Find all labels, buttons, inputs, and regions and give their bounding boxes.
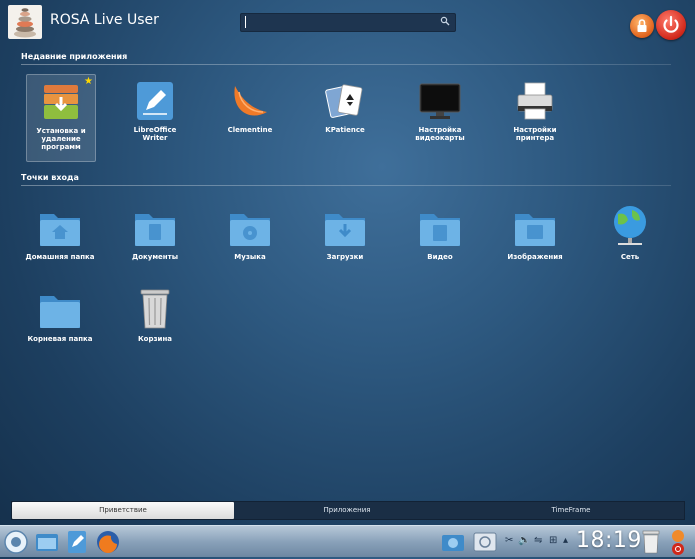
clementine-icon — [234, 86, 267, 116]
libreoffice-writer-icon — [68, 531, 86, 553]
app-printer-settings[interactable]: Настройки принтера — [501, 74, 569, 160]
disk-utility-icon — [473, 532, 497, 552]
kpatience-cards-icon — [325, 84, 363, 118]
user-name: ROSA Live User — [50, 12, 159, 28]
printer-icon — [517, 82, 553, 120]
place-label: Видео — [427, 253, 453, 261]
place-label: Домашняя папка — [25, 253, 95, 261]
place-network[interactable]: Сеть — [590, 204, 670, 272]
documents-folder-icon — [135, 214, 175, 246]
place-label: Корневая папка — [27, 335, 93, 343]
camera-icon — [442, 535, 464, 551]
place-pictures[interactable]: Изображения — [495, 210, 575, 272]
app-label: LibreOffice Writer — [133, 126, 177, 142]
firefox-button[interactable] — [95, 529, 121, 555]
place-label: Загрузки — [326, 253, 364, 261]
usb-icon[interactable]: ⇋ — [534, 535, 542, 546]
app-software-installer[interactable]: ★ Установка и удаление программ — [26, 74, 96, 162]
place-downloads[interactable]: Загрузки — [305, 210, 385, 272]
place-label: Музыка — [234, 253, 266, 261]
app-label: Настройки принтера — [513, 126, 557, 142]
root-folder-icon — [40, 296, 80, 328]
lock-button[interactable] — [630, 14, 654, 38]
taskbar: ✂ 🔈 ⇋ ⊞ ▴ 18:19 — [0, 525, 695, 557]
firefox-icon — [97, 531, 119, 553]
lock-icon — [637, 19, 647, 32]
libreoffice-writer-icon — [137, 82, 173, 120]
tab-applications[interactable]: Приложения — [236, 502, 458, 519]
app-label: Установка и удаление программ — [36, 127, 86, 151]
tab-welcome[interactable]: Приветствие — [12, 502, 234, 519]
user-avatar[interactable] — [8, 5, 42, 39]
package-installer-icon — [44, 85, 78, 119]
power-icon — [672, 530, 684, 555]
rosa-logo-icon — [4, 530, 28, 554]
home-folder-icon — [40, 214, 80, 246]
screenshot-app-button[interactable] — [440, 529, 466, 555]
app-label: KPatience — [325, 126, 365, 134]
launcher-tabs: Приветствие Приложения TimeFrame — [11, 501, 685, 520]
place-root[interactable]: Корневая папка — [20, 292, 100, 354]
rosa-launcher-button[interactable] — [3, 529, 29, 555]
power-button[interactable] — [656, 10, 686, 40]
file-manager-icon — [36, 534, 58, 551]
monitor-icon — [419, 83, 461, 119]
trash-taskbar-button[interactable] — [640, 529, 666, 555]
trash-icon — [642, 530, 660, 554]
tab-timeframe[interactable]: TimeFrame — [460, 502, 682, 519]
terminal-button[interactable] — [472, 529, 498, 555]
place-trash[interactable]: Корзина — [115, 288, 195, 346]
network-wired-icon[interactable]: ⊞ — [549, 535, 557, 546]
volume-icon[interactable]: 🔈 — [518, 535, 530, 546]
place-documents[interactable]: Документы — [115, 210, 195, 272]
file-manager-button[interactable] — [34, 529, 60, 555]
search-input[interactable] — [240, 13, 456, 32]
pictures-folder-icon — [515, 214, 555, 246]
place-label: Изображения — [507, 253, 563, 261]
trash-icon — [140, 289, 170, 329]
text-caret — [245, 16, 246, 28]
place-video[interactable]: Видео — [400, 210, 480, 272]
recent-apps-divider — [21, 64, 671, 65]
stones-avatar-icon — [14, 8, 36, 38]
writer-taskbar-button[interactable] — [64, 529, 90, 555]
tray-expand-icon[interactable]: ▴ — [563, 535, 568, 546]
session-controls[interactable] — [668, 529, 688, 555]
place-label: Корзина — [137, 335, 173, 343]
app-libreoffice-writer[interactable]: LibreOffice Writer — [121, 74, 189, 160]
app-kpatience[interactable]: KPatience — [311, 74, 379, 160]
places-divider — [21, 185, 671, 186]
place-label: Документы — [131, 253, 179, 261]
favorite-star-icon: ★ — [84, 76, 93, 87]
place-music[interactable]: Музыка — [210, 210, 290, 272]
app-clementine[interactable]: Clementine — [216, 74, 284, 160]
clipboard-scissors-icon[interactable]: ✂ — [505, 535, 513, 546]
clock[interactable]: 18:19 — [576, 528, 642, 553]
app-label: Clementine — [227, 126, 273, 134]
network-globe-icon — [614, 206, 646, 245]
app-video-card-settings[interactable]: Настройка видеокарты — [406, 74, 474, 160]
downloads-folder-icon — [325, 214, 365, 246]
search-icon — [440, 16, 450, 26]
place-home[interactable]: Домашняя папка — [20, 210, 100, 272]
video-folder-icon — [420, 214, 460, 246]
place-label: Сеть — [620, 253, 640, 261]
music-folder-icon — [230, 214, 270, 246]
top-bar: ROSA Live User — [0, 0, 695, 44]
app-label: Настройка видеокарты — [415, 126, 465, 142]
recent-apps-title: Недавние приложения — [21, 52, 128, 61]
power-icon — [663, 15, 679, 33]
places-title: Точки входа — [21, 173, 79, 182]
